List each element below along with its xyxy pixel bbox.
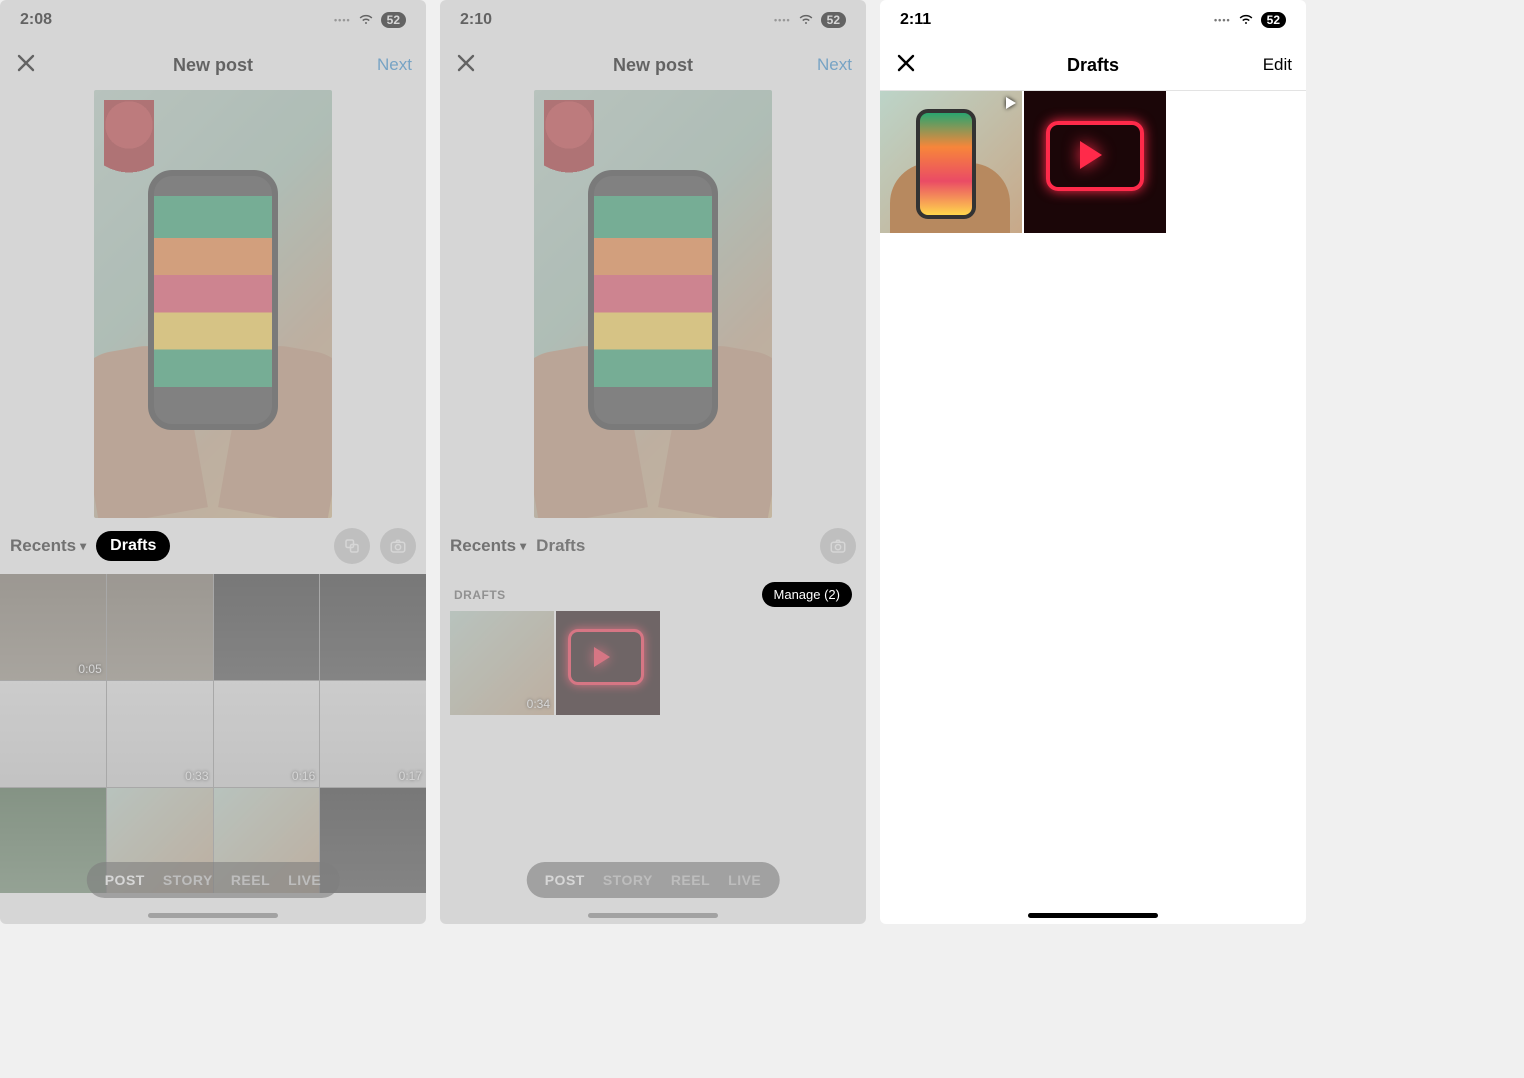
mode-live[interactable]: LIVE: [728, 872, 761, 888]
play-icon: [1006, 97, 1016, 109]
recents-dropdown[interactable]: Recents▾: [10, 536, 86, 556]
media-preview[interactable]: [94, 90, 332, 518]
duration-label: 0:05: [78, 662, 101, 676]
edit-button[interactable]: Edit: [1263, 55, 1292, 75]
drafts-tab[interactable]: Drafts: [536, 536, 585, 556]
cellular-dots-icon: ••••: [334, 15, 351, 25]
media-preview[interactable]: [534, 90, 772, 518]
multi-select-button[interactable]: [334, 528, 370, 564]
duration-label: 0:16: [292, 769, 315, 783]
battery-indicator: 52: [1261, 12, 1286, 28]
status-time: 2:11: [900, 11, 931, 29]
wifi-icon: [797, 11, 815, 30]
duration-label: 0:34: [527, 697, 550, 711]
nav-bar: New post Next: [0, 40, 426, 90]
source-selector-row: Recents▾ Drafts: [0, 518, 426, 574]
mode-selector[interactable]: POST STORY REEL LIVE: [87, 862, 340, 898]
status-bar: 2:10 •••• 52: [440, 0, 866, 40]
grid-item[interactable]: [320, 574, 426, 680]
wifi-icon: [357, 11, 375, 30]
drafts-section-header: DRAFTS Manage (2): [440, 574, 866, 611]
drafts-grid: [880, 91, 1306, 233]
battery-indicator: 52: [821, 12, 846, 28]
drafts-pill[interactable]: Drafts: [96, 531, 170, 561]
nav-bar: Drafts Edit: [880, 40, 1306, 90]
cellular-dots-icon: ••••: [1214, 15, 1231, 25]
screen-drafts-list: 2:11 •••• 52 Drafts Edit: [880, 0, 1306, 924]
status-time: 2:08: [20, 11, 52, 29]
mode-reel[interactable]: REEL: [671, 872, 710, 888]
close-button[interactable]: [894, 51, 918, 80]
draft-item[interactable]: 0:34: [450, 611, 554, 715]
grid-item[interactable]: 0:17: [320, 681, 426, 787]
drafts-row: 0:34: [440, 611, 866, 715]
home-indicator[interactable]: [588, 913, 718, 918]
nav-title: New post: [440, 55, 866, 76]
close-button[interactable]: [454, 51, 478, 80]
grid-item[interactable]: 0:05: [0, 574, 106, 680]
grid-item[interactable]: [0, 681, 106, 787]
camera-button[interactable]: [380, 528, 416, 564]
next-button[interactable]: Next: [817, 55, 852, 75]
next-button[interactable]: Next: [377, 55, 412, 75]
media-grid: 0:05 0:33 0:16 0:17: [0, 574, 426, 893]
recents-dropdown[interactable]: Recents▾: [450, 536, 526, 556]
mode-post[interactable]: POST: [545, 872, 585, 888]
grid-item[interactable]: 0:16: [214, 681, 320, 787]
nav-title: New post: [0, 55, 426, 76]
nav-title: Drafts: [880, 55, 1306, 76]
status-bar: 2:11 •••• 52: [880, 0, 1306, 40]
chevron-down-icon: ▾: [520, 539, 526, 553]
screen-new-post-recents: 2:08 •••• 52 New post Next Recents▾ Draf…: [0, 0, 426, 924]
screen-new-post-drafts: 2:10 •••• 52 New post Next Recents▾ Draf…: [440, 0, 866, 924]
status-time: 2:10: [460, 11, 492, 29]
grid-item[interactable]: 0:33: [107, 681, 213, 787]
status-bar: 2:08 •••• 52: [0, 0, 426, 40]
close-button[interactable]: [14, 51, 38, 80]
chevron-down-icon: ▾: [80, 539, 86, 553]
cellular-dots-icon: ••••: [774, 15, 791, 25]
duration-label: 0:17: [399, 769, 422, 783]
mode-reel[interactable]: REEL: [231, 872, 270, 888]
mode-selector[interactable]: POST STORY REEL LIVE: [527, 862, 780, 898]
home-indicator[interactable]: [1028, 913, 1158, 918]
wifi-icon: [1237, 11, 1255, 30]
grid-item[interactable]: [107, 574, 213, 680]
mode-live[interactable]: LIVE: [288, 872, 321, 888]
draft-item[interactable]: [1024, 91, 1166, 233]
home-indicator[interactable]: [148, 913, 278, 918]
draft-item[interactable]: [880, 91, 1022, 233]
nav-bar: New post Next: [440, 40, 866, 90]
mode-story[interactable]: STORY: [163, 872, 213, 888]
drafts-section-label: DRAFTS: [454, 588, 506, 602]
grid-item[interactable]: [214, 574, 320, 680]
mode-post[interactable]: POST: [105, 872, 145, 888]
mode-story[interactable]: STORY: [603, 872, 653, 888]
duration-label: 0:33: [185, 769, 208, 783]
camera-button[interactable]: [820, 528, 856, 564]
battery-indicator: 52: [381, 12, 406, 28]
draft-item[interactable]: [556, 611, 660, 715]
manage-button[interactable]: Manage (2): [762, 582, 852, 607]
source-selector-row: Recents▾ Drafts: [440, 518, 866, 574]
